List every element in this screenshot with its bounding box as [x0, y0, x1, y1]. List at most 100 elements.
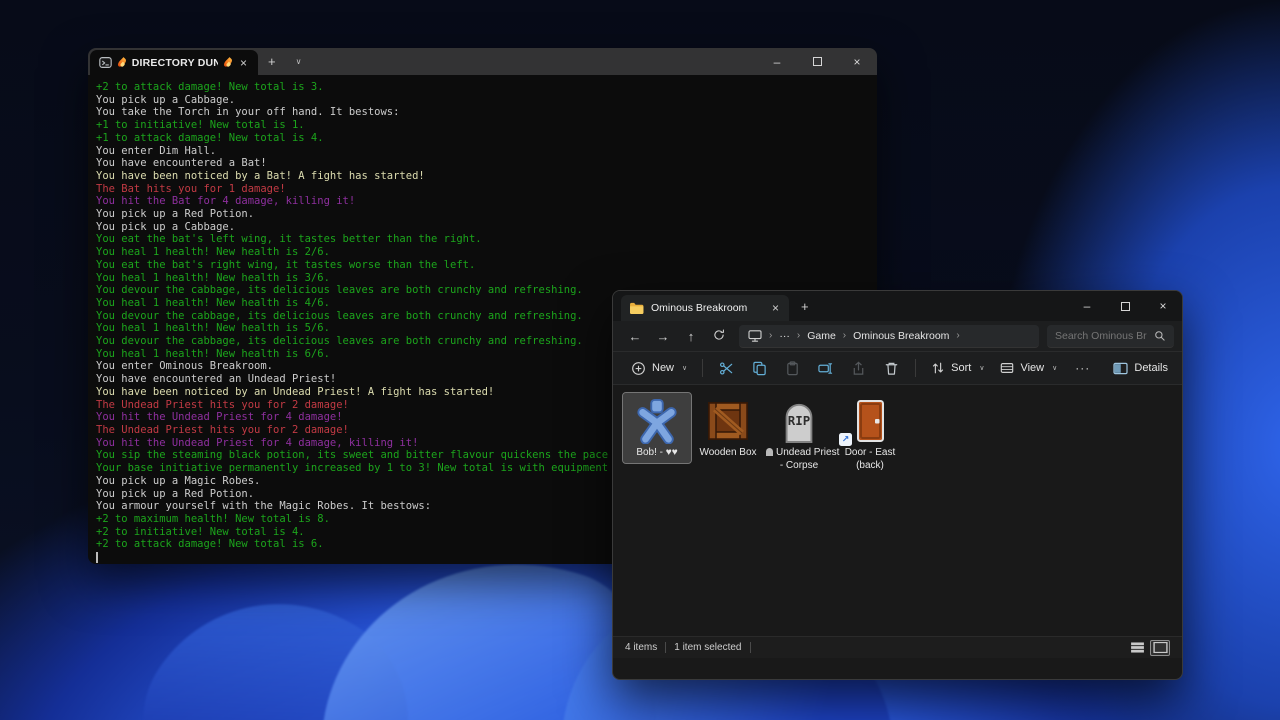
- file-label: Undead Priest- Corpse: [765, 446, 833, 475]
- maximize-icon: [1121, 302, 1130, 311]
- terminal-tab-title: DIRECTORY DUNGEON: [132, 57, 219, 69]
- person-icon: [623, 396, 691, 446]
- minimize-button[interactable]: –: [1068, 291, 1106, 321]
- tab-close-icon[interactable]: ×: [770, 301, 781, 315]
- toolbar-divider: [915, 359, 916, 377]
- details-view-toggle[interactable]: [1127, 640, 1147, 656]
- explorer-window: Ominous Breakroom × + – × ← → ↑ › ··· › …: [612, 290, 1183, 680]
- file-item[interactable]: Wooden Box: [694, 393, 762, 463]
- folder-icon: [629, 302, 644, 314]
- maximize-button[interactable]: [797, 48, 837, 75]
- file-label-line: - Corpse: [766, 460, 832, 473]
- file-label-line: (back): [837, 460, 903, 473]
- details-label: Details: [1134, 362, 1168, 374]
- breadcrumb-separator: ›: [843, 330, 846, 341]
- terminal-line: You enter Dim Hall.: [96, 145, 877, 158]
- file-label-line: Undead Priest: [766, 447, 832, 460]
- address-bar[interactable]: › ··· › Game › Ominous Breakroom ›: [739, 325, 1039, 348]
- cut-button[interactable]: [710, 355, 743, 381]
- terminal-line: The Bat hits you for 1 damage!: [96, 183, 877, 196]
- breadcrumb-segment-game[interactable]: Game: [807, 330, 836, 342]
- terminal-line: You pick up a Red Potion.: [96, 208, 877, 221]
- status-divider: [750, 642, 751, 653]
- svg-text:RIP: RIP: [788, 413, 810, 428]
- file-grid[interactable]: Bob! - ♥♥ Wooden Box RIP Undead Priest- Cor…: [613, 385, 1182, 636]
- minimize-button[interactable]: –: [757, 48, 797, 75]
- refresh-button[interactable]: [705, 329, 733, 344]
- file-item[interactable]: RIP Undead Priest- Corpse: [765, 393, 833, 475]
- terminal-tab[interactable]: DIRECTORY DUNGEON ×: [90, 50, 258, 75]
- file-label-line: Wooden Box: [695, 447, 761, 460]
- view-button[interactable]: View ∨: [992, 355, 1065, 381]
- file-item[interactable]: ↗Door - East(back): [836, 393, 904, 475]
- sort-button[interactable]: Sort ∨: [923, 355, 992, 381]
- terminal-titlebar[interactable]: DIRECTORY DUNGEON × + ∨ – ×: [88, 48, 877, 75]
- shortcut-arrow-icon: ↗: [839, 433, 852, 446]
- close-button[interactable]: ×: [837, 48, 877, 75]
- more-options-button[interactable]: ···: [1065, 361, 1100, 375]
- terminal-line: You eat the bat's left wing, it tastes b…: [96, 233, 877, 246]
- details-icon: [1113, 362, 1128, 375]
- terminal-line: You pick up a Cabbage.: [96, 94, 877, 107]
- rename-button[interactable]: [809, 355, 842, 381]
- maximize-button[interactable]: [1106, 291, 1144, 321]
- terminal-line: You take the Torch in your off hand. It …: [96, 106, 877, 119]
- tab-dropdown-icon[interactable]: ∨: [286, 57, 312, 66]
- terminal-line: You have been noticed by a Bat! A fight …: [96, 170, 877, 183]
- explorer-navbar: ← → ↑ › ··· › Game › Ominous Breakroom ›: [613, 321, 1182, 351]
- selected-count: 1 item selected: [674, 642, 741, 653]
- chevron-down-icon: ∨: [682, 364, 687, 372]
- terminal-window-controls: – ×: [757, 48, 877, 75]
- copy-button[interactable]: [743, 355, 776, 381]
- file-label-line: Door - East: [837, 447, 903, 460]
- new-button[interactable]: New ∨: [623, 355, 695, 381]
- chevron-down-icon: ∨: [1052, 364, 1057, 372]
- flame-icon: [117, 57, 128, 68]
- new-button-label: New: [652, 362, 674, 374]
- chevron-down-icon: ∨: [979, 364, 984, 372]
- explorer-toolbar: New ∨ Sort ∨ View ∨: [613, 351, 1182, 385]
- view-button-label: View: [1020, 362, 1044, 374]
- file-label: Door - East(back): [836, 446, 904, 475]
- sort-button-label: Sort: [951, 362, 971, 374]
- breadcrumb-collapsed[interactable]: ···: [779, 330, 790, 342]
- large-icons-view-toggle[interactable]: [1150, 640, 1170, 656]
- gravestone-icon: RIP: [765, 396, 833, 446]
- crate-icon: [694, 396, 762, 446]
- back-button[interactable]: ←: [621, 329, 649, 344]
- forward-button[interactable]: →: [649, 329, 677, 344]
- search-box[interactable]: [1047, 325, 1174, 348]
- explorer-window-controls: – ×: [1068, 291, 1182, 321]
- close-button[interactable]: ×: [1144, 291, 1182, 321]
- explorer-tab-title: Ominous Breakroom: [651, 302, 747, 314]
- terminal-line: You heal 1 health! New health is 2/6.: [96, 246, 877, 259]
- desktop-icon: [748, 330, 762, 342]
- breadcrumb-separator: ›: [769, 330, 772, 341]
- terminal-line: You heal 1 health! New health is 3/6.: [96, 272, 877, 285]
- breadcrumb-segment-current[interactable]: Ominous Breakroom: [853, 330, 949, 342]
- file-label-line: Bob! - ♥♥: [624, 447, 690, 460]
- details-pane-button[interactable]: Details: [1113, 362, 1172, 375]
- paste-button[interactable]: [776, 355, 809, 381]
- new-icon: [631, 361, 646, 376]
- new-tab-button[interactable]: +: [258, 54, 286, 69]
- delete-button[interactable]: [875, 355, 908, 381]
- explorer-statusbar: 4 items 1 item selected: [613, 636, 1182, 658]
- share-button[interactable]: [842, 355, 875, 381]
- view-icon: [1000, 361, 1014, 375]
- tab-close-icon[interactable]: ×: [238, 56, 249, 70]
- mini-gravestone-icon: [766, 448, 773, 456]
- file-label: Bob! - ♥♥: [623, 446, 691, 463]
- terminal-line: You hit the Bat for 4 damage, killing it…: [96, 195, 877, 208]
- breadcrumb-separator: ›: [797, 330, 800, 341]
- explorer-titlebar[interactable]: Ominous Breakroom × + – ×: [613, 291, 1182, 321]
- terminal-line: You eat the bat's right wing, it tastes …: [96, 259, 877, 272]
- file-item[interactable]: Bob! - ♥♥: [623, 393, 691, 463]
- new-tab-button[interactable]: +: [789, 299, 821, 314]
- breadcrumb-separator: ›: [956, 330, 959, 341]
- items-count: 4 items: [625, 642, 657, 653]
- up-button[interactable]: ↑: [677, 329, 705, 344]
- explorer-tab[interactable]: Ominous Breakroom ×: [621, 295, 789, 321]
- terminal-line: You have encountered a Bat!: [96, 157, 877, 170]
- search-input[interactable]: [1055, 330, 1147, 342]
